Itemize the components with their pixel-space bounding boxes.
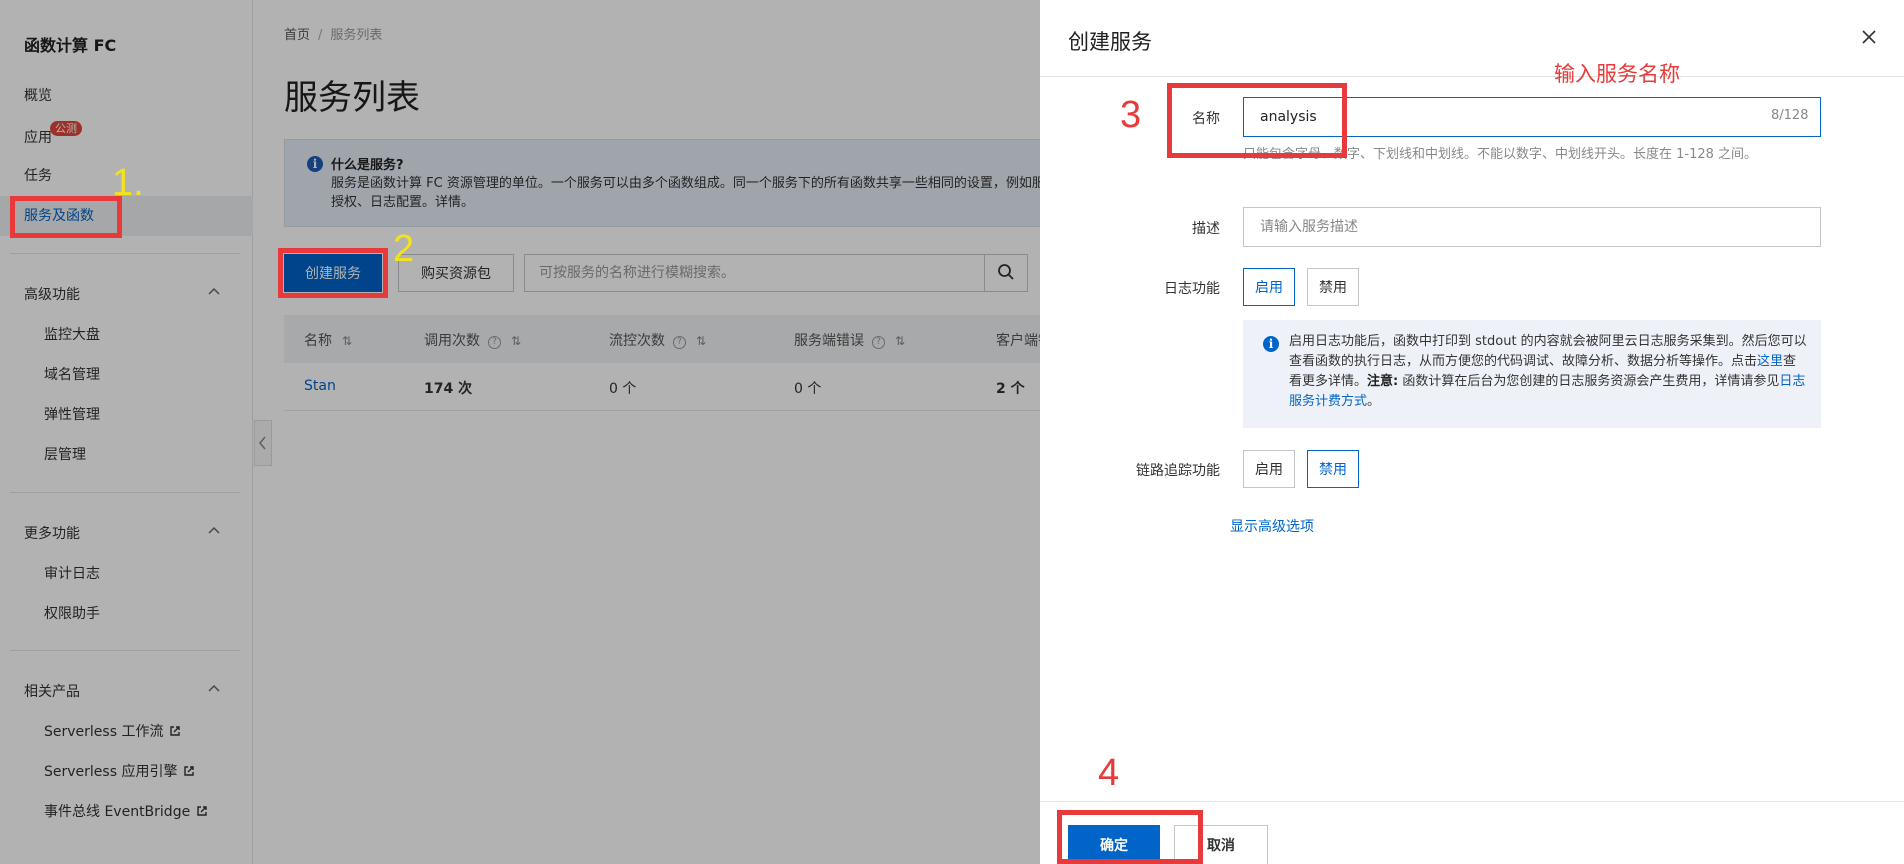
annotation-box-step3 — [1167, 83, 1347, 158]
log-enable-button[interactable]: 启用 — [1243, 268, 1295, 306]
annotation-box-step4 — [1057, 810, 1203, 864]
close-icon[interactable] — [1860, 28, 1878, 46]
trace-enable-button[interactable]: 启用 — [1243, 450, 1295, 488]
show-advanced-link[interactable]: 显示高级选项 — [1230, 516, 1314, 536]
info-icon: i — [1263, 336, 1279, 352]
log-disable-button[interactable]: 禁用 — [1307, 268, 1359, 306]
annotation-step3: 3 — [1120, 94, 1142, 136]
annotation-box-step2 — [278, 248, 388, 298]
name-char-counter: 8/128 — [1771, 108, 1809, 123]
annotation-step2: 2 — [393, 228, 415, 270]
log-label: 日志功能 — [1164, 281, 1220, 297]
drawer-divider — [1040, 76, 1904, 77]
footer-divider — [1040, 801, 1904, 802]
annotation-step1: 1. — [112, 162, 144, 204]
create-service-drawer: 创建服务 名称 8/128 只能包含字母、数字、下划线和中划线。不能以数字、中划… — [1040, 0, 1904, 864]
more-details-link[interactable]: 这里 — [1757, 354, 1783, 369]
drawer-title: 创建服务 — [1068, 30, 1152, 54]
modal-overlay[interactable] — [0, 0, 1040, 864]
log-info-box: i 启用日志功能后，函数中打印到 stdout 的内容就会被阿里云日志服务采集到… — [1243, 320, 1821, 428]
trace-disable-button[interactable]: 禁用 — [1307, 450, 1359, 488]
annotation-box-step1 — [10, 196, 122, 238]
annotation-step4: 4 — [1098, 752, 1120, 794]
description-label: 描述 — [1192, 221, 1220, 237]
annotation-hint: 输入服务名称 — [1554, 62, 1680, 86]
description-input[interactable] — [1243, 207, 1821, 247]
log-info-text: 启用日志功能后，函数中打印到 stdout 的内容就会被阿里云日志服务采集到。然… — [1289, 334, 1807, 409]
trace-label: 链路追踪功能 — [1136, 463, 1220, 479]
